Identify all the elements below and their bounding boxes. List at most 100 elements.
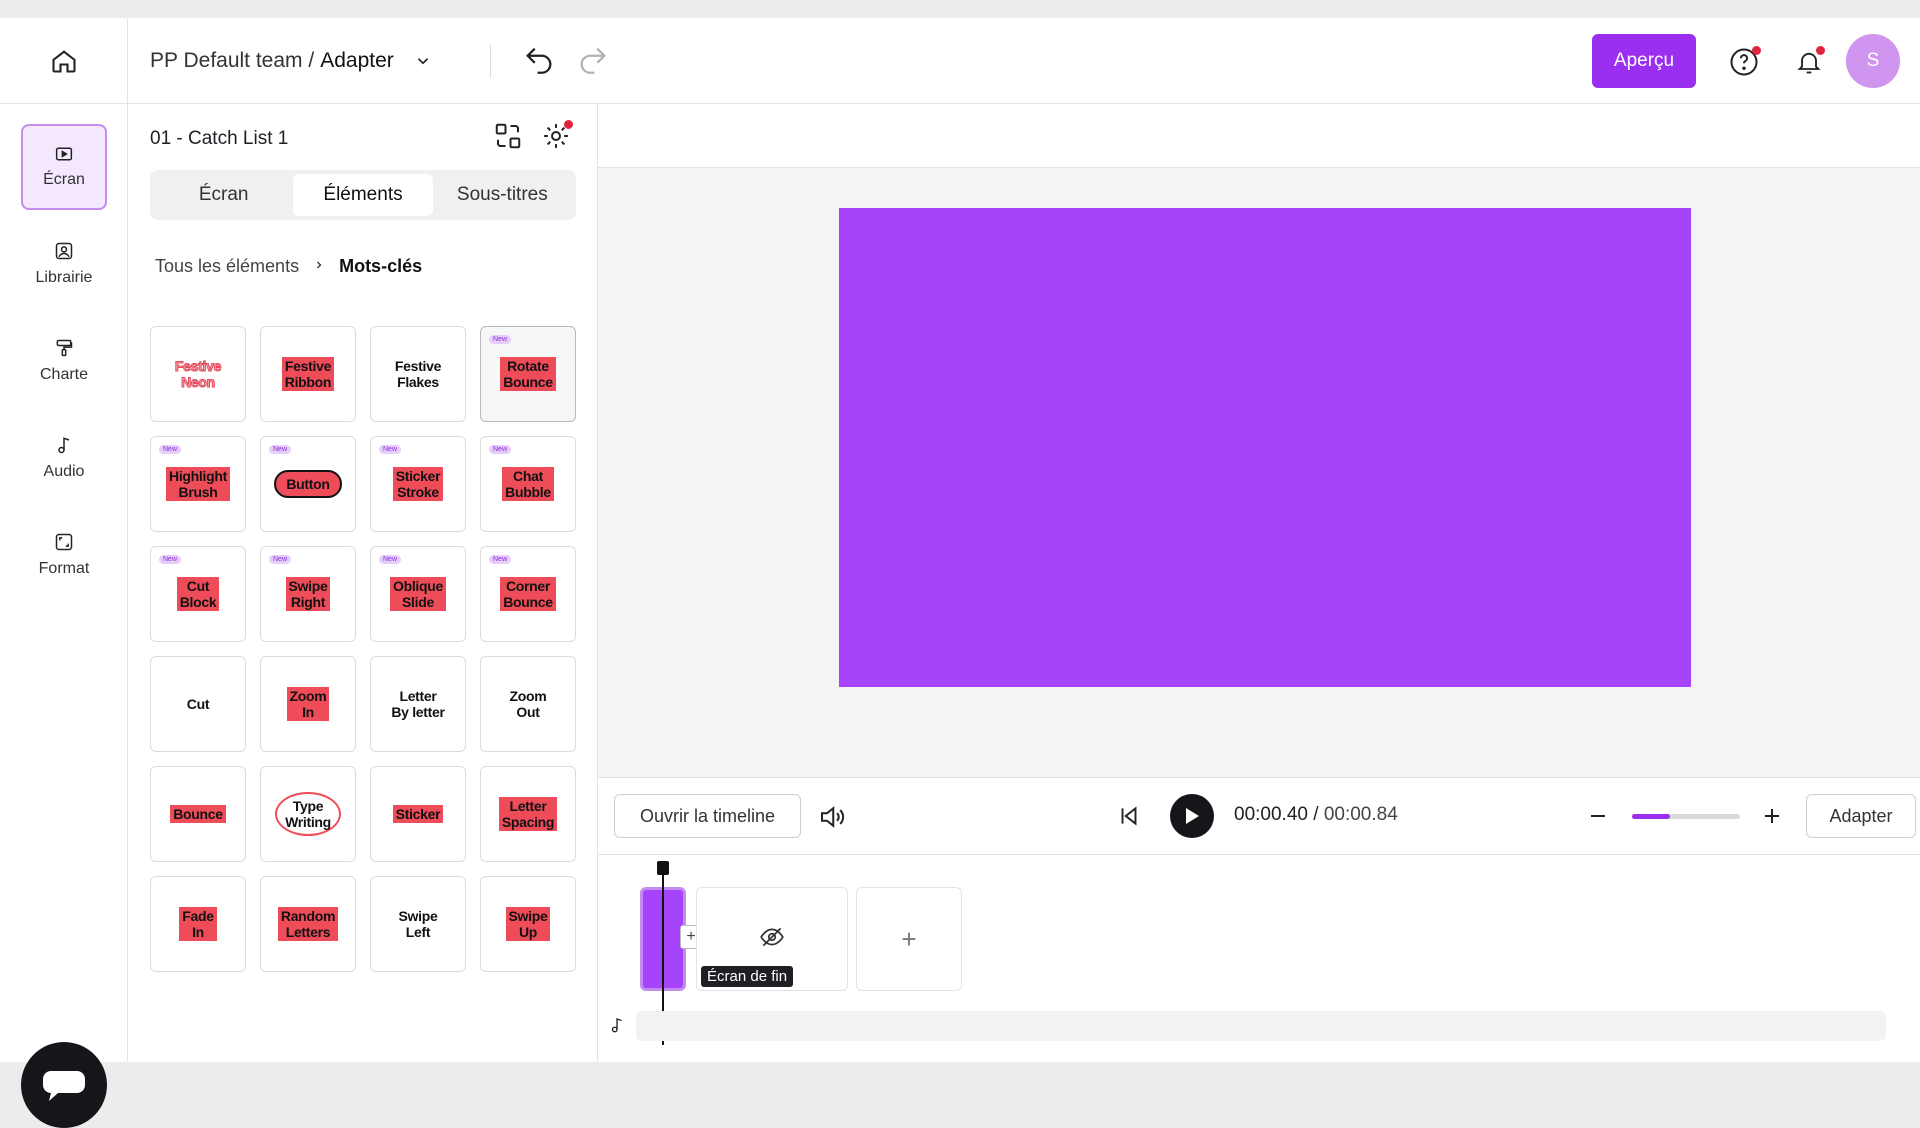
element-tile[interactable]: Swipe Left <box>370 876 466 972</box>
nav-label: Charte <box>39 366 89 383</box>
new-badge: New <box>379 445 402 454</box>
notification-dot <box>1752 46 1761 55</box>
element-tile-label: Swipe Right <box>285 577 331 611</box>
notifications-button[interactable] <box>1789 42 1829 82</box>
library-icon <box>55 242 73 260</box>
help-button[interactable] <box>1724 42 1764 82</box>
plus-icon <box>1765 809 1779 823</box>
element-tile[interactable]: New Corner Bounce <box>480 546 576 642</box>
play-icon <box>1186 808 1199 824</box>
replace-button[interactable] <box>490 118 526 154</box>
element-tile[interactable]: Letter Spacing <box>480 766 576 862</box>
eye-off-icon <box>760 927 784 947</box>
chevron-down-icon[interactable] <box>414 52 432 70</box>
element-tile-label: Letter By letter <box>391 688 445 720</box>
project-breadcrumb[interactable]: PP Default team / Adapter <box>150 18 432 104</box>
zoom-slider[interactable] <box>1632 814 1740 819</box>
project-name: Adapter <box>320 49 394 72</box>
swap-layout-icon <box>495 123 521 149</box>
redo-button[interactable] <box>576 43 610 82</box>
element-tile-label: Swipe Left <box>398 908 438 940</box>
nav-item-charte[interactable]: Charte <box>21 318 107 404</box>
new-badge: New <box>489 555 512 564</box>
nav-item-librairie[interactable]: Librairie <box>21 221 107 307</box>
undo-button[interactable] <box>522 43 556 82</box>
element-tile-label: Random Letters <box>277 907 339 941</box>
element-tile-label: Festive Flakes <box>394 358 442 390</box>
volume-icon <box>821 806 845 828</box>
element-tile[interactable]: New Button <box>260 436 356 532</box>
volume-button[interactable] <box>816 802 848 837</box>
scene-title: 01 - Catch List 1 <box>150 128 289 149</box>
open-timeline-button[interactable]: Ouvrir la timeline <box>614 794 801 838</box>
new-badge: New <box>379 555 402 564</box>
element-tile[interactable]: New Chat Bubble <box>480 436 576 532</box>
tab-ecran[interactable]: Écran <box>154 174 293 216</box>
new-badge: New <box>269 445 292 454</box>
element-tile[interactable]: Swipe Up <box>480 876 576 972</box>
new-badge: New <box>489 445 512 454</box>
element-tile[interactable]: Type Writing <box>260 766 356 862</box>
end-screen-label: Écran de fin <box>701 966 794 987</box>
end-screen-clip[interactable]: Écran de fin <box>696 887 848 991</box>
canvas-toolbar <box>598 104 1920 168</box>
new-badge: New <box>159 555 182 564</box>
element-tile[interactable]: New Oblique Slide <box>370 546 466 642</box>
element-tile[interactable]: Fade In <box>150 876 246 972</box>
redo-icon <box>580 47 606 74</box>
playhead-handle[interactable] <box>657 861 669 875</box>
element-tile[interactable]: New Highlight Brush <box>150 436 246 532</box>
breadcrumb-root[interactable]: Tous les éléments <box>155 256 299 277</box>
element-tile[interactable]: Letter By letter <box>370 656 466 752</box>
user-avatar[interactable]: S <box>1846 34 1900 88</box>
skip-to-start-button[interactable] <box>1116 803 1142 834</box>
nav-item-format[interactable]: Format <box>21 512 107 598</box>
side-nav: Écran Librairie Charte Audio Format <box>0 104 128 1128</box>
element-tile-label: Corner Bounce <box>500 577 556 611</box>
element-tile[interactable]: Cut <box>150 656 246 752</box>
new-badge: New <box>269 555 292 564</box>
element-tile[interactable]: Bounce <box>150 766 246 862</box>
element-tile[interactable]: New Rotate Bounce <box>480 326 576 422</box>
zoom-out-button[interactable] <box>1586 804 1610 833</box>
fit-button[interactable]: Adapter <box>1806 794 1916 838</box>
element-tile[interactable]: Festive Neon <box>150 326 246 422</box>
element-tile[interactable]: Random Letters <box>260 876 356 972</box>
home-button[interactable] <box>0 18 128 104</box>
elements-panel: 01 - Catch List 1 Écran Éléments Sous-ti… <box>128 104 598 1062</box>
play-button[interactable] <box>1170 794 1214 838</box>
element-tile[interactable]: Festive Flakes <box>370 326 466 422</box>
element-tile-label: Festive Ribbon <box>281 357 335 391</box>
total-time: 00:00.84 <box>1323 804 1398 825</box>
tab-elements[interactable]: Éléments <box>293 174 433 216</box>
element-tile[interactable]: Zoom Out <box>480 656 576 752</box>
breadcrumb: Tous les éléments Mots-clés <box>155 256 422 277</box>
element-tile-label: Chat Bubble <box>502 467 554 501</box>
element-tile[interactable]: New Swipe Right <box>260 546 356 642</box>
element-tile[interactable]: Sticker <box>370 766 466 862</box>
new-badge: New <box>159 445 182 454</box>
nav-item-audio[interactable]: Audio <box>21 415 107 501</box>
element-tile-label: Fade In <box>179 907 217 941</box>
audio-track[interactable] <box>636 1011 1886 1041</box>
nav-label: Librairie <box>35 269 93 286</box>
nav-label: Format <box>38 560 90 577</box>
element-tile[interactable]: New Sticker Stroke <box>370 436 466 532</box>
video-preview[interactable] <box>839 208 1691 687</box>
chat-support-button[interactable] <box>21 1042 107 1128</box>
editor-app: PP Default team / Adapter Aperçu S Écran <box>0 18 1920 1128</box>
screen-icon <box>55 147 73 161</box>
element-tile-label: Sticker Stroke <box>392 467 444 501</box>
zoom-in-button[interactable] <box>1760 804 1784 833</box>
element-tile[interactable]: New Cut Block <box>150 546 246 642</box>
element-tile-label: Sticker <box>392 805 444 823</box>
preview-button[interactable]: Aperçu <box>1592 34 1696 88</box>
element-tile-grid: Festive Neon Festive Ribbon Festive Flakes… <box>150 326 576 972</box>
notification-dot <box>564 120 573 129</box>
scene-settings-button[interactable] <box>538 118 574 154</box>
add-scene-button[interactable]: + <box>856 887 962 991</box>
element-tile[interactable]: Festive Ribbon <box>260 326 356 422</box>
element-tile[interactable]: Zoom In <box>260 656 356 752</box>
tab-sous-titres[interactable]: Sous-titres <box>433 174 572 216</box>
nav-item-ecran[interactable]: Écran <box>21 124 107 210</box>
